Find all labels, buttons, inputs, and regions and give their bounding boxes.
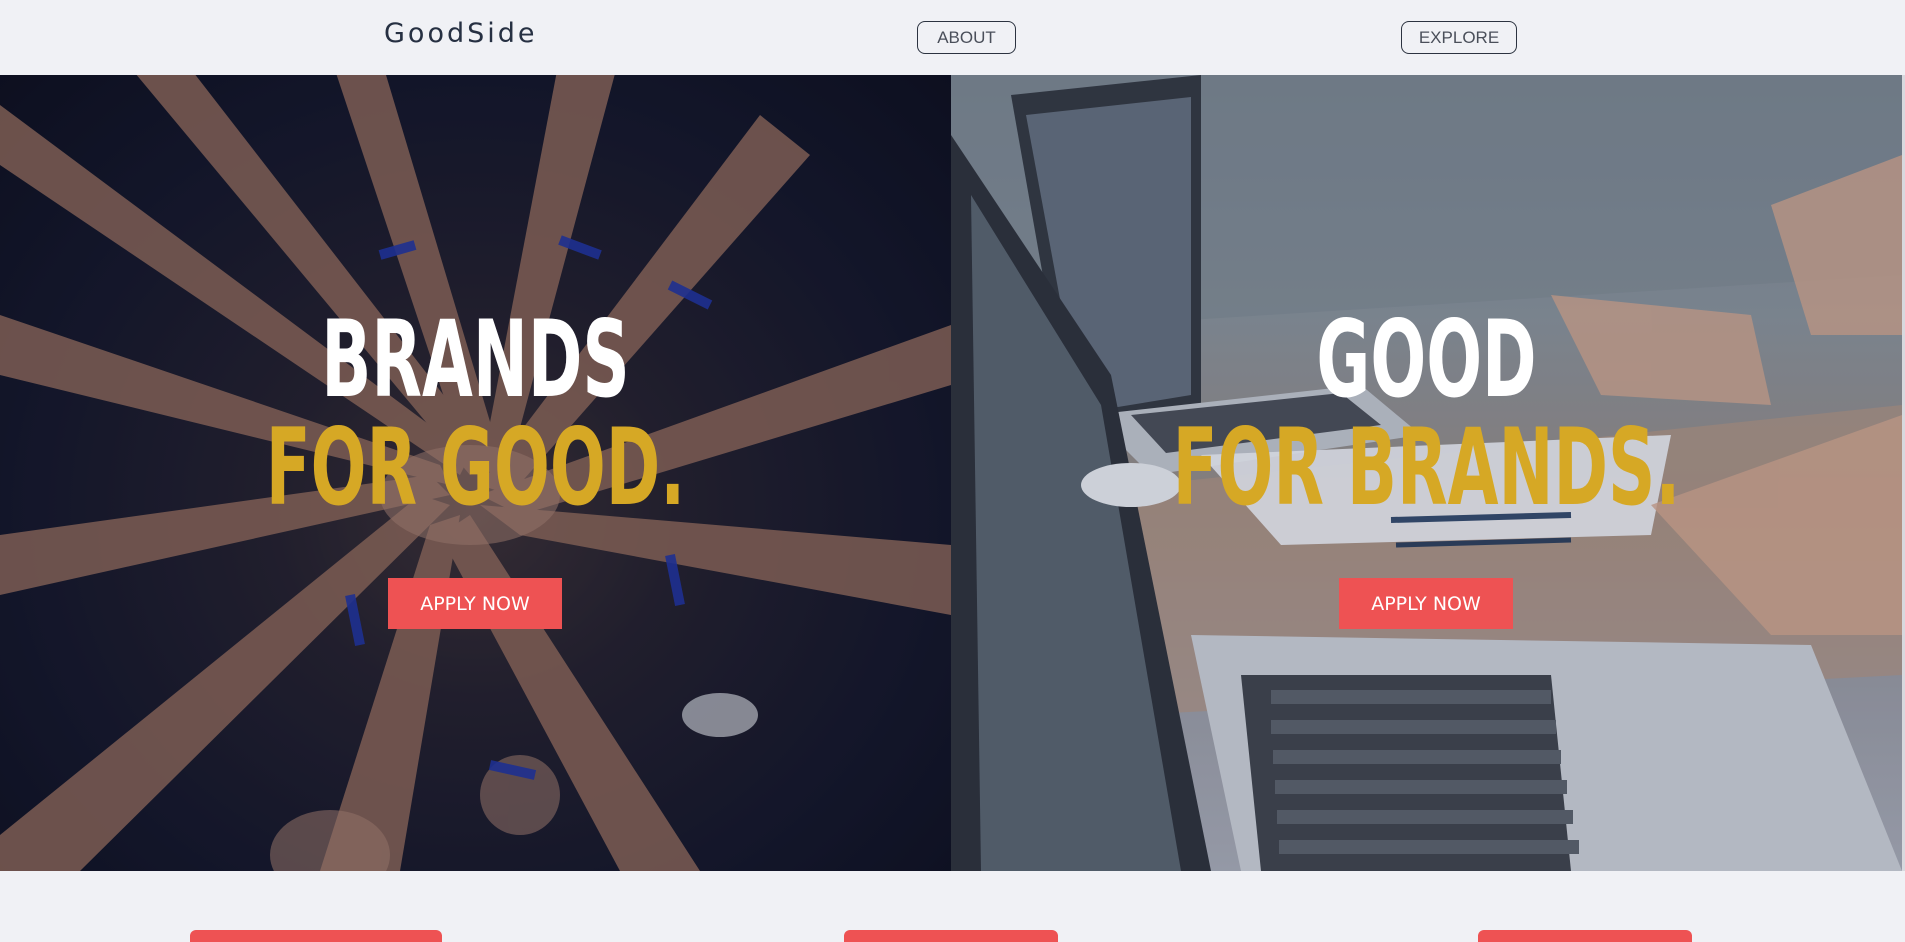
- about-button[interactable]: ABOUT: [917, 21, 1016, 54]
- bottom-tab-2[interactable]: [844, 930, 1058, 942]
- headline-for-good: FOR GOOD.: [265, 406, 686, 529]
- apply-now-button-left[interactable]: APPLY NOW: [388, 578, 562, 629]
- headline-for-brands: FOR BRANDS.: [1172, 406, 1681, 529]
- hero-brands-for-good: BRANDS FOR GOOD. APPLY NOW: [0, 75, 951, 871]
- bottom-tab-1[interactable]: [190, 930, 442, 942]
- headline-brands: BRANDS: [321, 298, 630, 421]
- brand-logo[interactable]: GoodSide: [384, 18, 538, 49]
- bottom-tab-3[interactable]: [1478, 930, 1692, 942]
- headline-good: GOOD: [1316, 298, 1537, 421]
- hero-good-for-brands: GOOD FOR BRANDS. APPLY NOW: [951, 75, 1902, 871]
- apply-now-button-right[interactable]: APPLY NOW: [1339, 578, 1513, 629]
- explore-button[interactable]: EXPLORE: [1401, 21, 1517, 54]
- navbar: GoodSide ABOUT EXPLORE: [0, 0, 1905, 75]
